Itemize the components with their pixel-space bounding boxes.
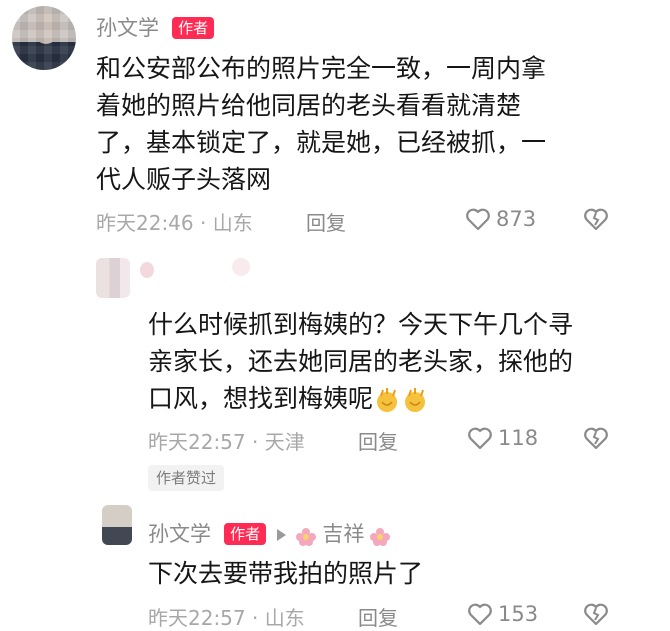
flower-emoji: [369, 527, 391, 547]
comment-line: 了，基本锁定了，就是她，已经被抓，一: [96, 128, 547, 157]
comment-line: 着她的照片给他同居的老头看看就清楚: [96, 91, 522, 120]
clap-emoji: [401, 386, 429, 414]
play-arrow-icon: [277, 529, 287, 541]
comment-meta: 昨天22:57 · 山东: [148, 606, 305, 630]
like-count: 118: [498, 426, 539, 450]
comment-body: 和公安部公布的照片完全一致，一周内拿 着她的照片给他同居的老头看看就清楚 了，基…: [96, 50, 656, 198]
dislike-icon[interactable]: [583, 207, 609, 231]
comment-meta: 昨天22:46 · 山东: [96, 211, 253, 235]
avatar[interactable]: [96, 258, 130, 298]
comment-line: 代人贩子头落网: [96, 165, 272, 194]
heart-icon[interactable]: [467, 602, 493, 626]
comment-header: 孙文学 作者: [96, 12, 215, 42]
author-badge: 作者: [224, 523, 267, 545]
author-liked-tag: 作者赞过: [148, 465, 225, 491]
comment-body: 什么时候抓到梅姨的？今天下午几个寻 亲家长，还去她同居的老头家，探他的 口风，想…: [148, 306, 648, 417]
comment-body: 下次去要带我拍的照片了: [148, 559, 424, 588]
clap-emoji: [373, 386, 401, 414]
like-count: 873: [496, 207, 537, 231]
reply-button[interactable]: 回复: [306, 207, 346, 236]
heart-icon[interactable]: [467, 426, 493, 450]
comment-line-with-emoji: 口风，想找到梅姨呢: [148, 380, 648, 417]
comment-line: 什么时候抓到梅姨的？今天下午几个寻: [148, 310, 574, 339]
username[interactable]: 孙文学: [148, 522, 211, 546]
like-count: 153: [498, 602, 539, 626]
avatar[interactable]: [12, 6, 76, 70]
heart-icon[interactable]: [465, 207, 491, 231]
reply-target-name[interactable]: 吉祥: [322, 522, 364, 546]
comment-line: 和公安部公布的照片完全一致，一周内拿: [96, 54, 547, 83]
username[interactable]: 孙文学: [96, 16, 159, 40]
reply-button[interactable]: 回复: [358, 602, 398, 631]
blurred-username: [232, 258, 250, 276]
comment-line: 口风，想找到梅姨呢: [148, 384, 374, 413]
comment-meta: 昨天22:57 · 天津: [148, 430, 305, 454]
avatar[interactable]: [102, 505, 132, 545]
reply-button[interactable]: 回复: [358, 426, 398, 455]
flower-emoji: [295, 527, 317, 547]
dislike-icon[interactable]: [583, 602, 609, 626]
blurred-username: [140, 262, 154, 278]
comment-line: 亲家长，还去她同居的老头家，探他的: [148, 347, 574, 376]
comment-header: 孙文学 作者 吉祥: [148, 518, 391, 548]
author-badge: 作者: [172, 17, 215, 39]
dislike-icon[interactable]: [583, 426, 609, 450]
